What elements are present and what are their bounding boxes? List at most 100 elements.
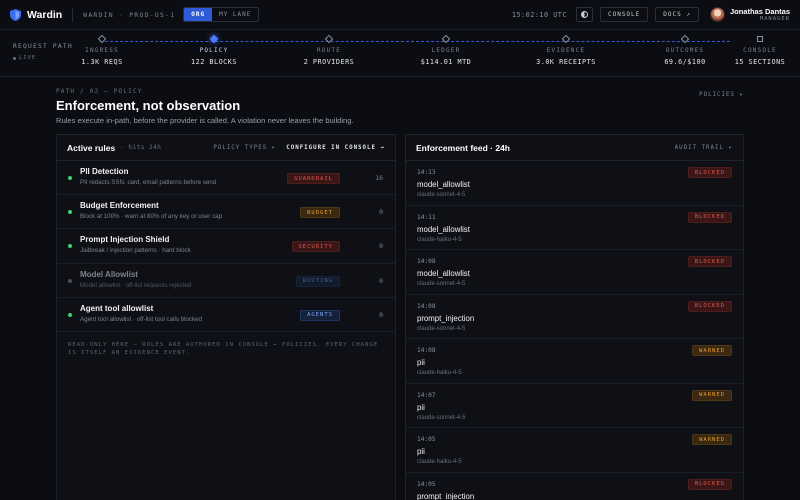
user-name: Jonathas Dantas xyxy=(729,7,790,16)
status-badge: BLOCKED xyxy=(687,167,732,178)
status-badge: BLOCKED xyxy=(687,211,732,223)
panel-header: Enforcement feed · 24h AUDIT TRAIL ▸ xyxy=(406,135,743,161)
status-badge: WARNED xyxy=(692,345,732,356)
feed-event[interactable]: 14:08 prompt_injection claude-sonnet-4-5… xyxy=(406,295,743,339)
event-model: claude-sonnet-4-5 xyxy=(417,192,466,198)
stage-value: 69.6/$100 xyxy=(664,58,706,66)
logo[interactable]: Wardin xyxy=(10,8,63,21)
status-dot-icon xyxy=(68,210,72,215)
event-rule: prompt_injection xyxy=(417,491,475,500)
stage-ledger[interactable]: LEDGER $114.01 MTD xyxy=(406,34,486,66)
event-rule: model_allowlist xyxy=(417,269,470,278)
event-rule: prompt_injection xyxy=(417,313,475,323)
event-model: claude-haiku-4-5 xyxy=(417,459,462,465)
user-menu[interactable]: Jonathas Dantas MANAGER xyxy=(709,7,790,22)
policy-types-link[interactable]: POLICY TYPES ▸ xyxy=(213,145,276,151)
enforcement-feed-panel: Enforcement feed · 24h AUDIT TRAIL ▸ 14:… xyxy=(405,134,744,500)
rule-description: Jailbreak / injection patterns · hard bl… xyxy=(80,247,191,255)
stage-label: LEDGER xyxy=(431,47,461,54)
configure-in-console-link[interactable]: CONFIGURE IN CONSOLE → xyxy=(286,145,385,151)
feed-event[interactable]: 14:13 model_allowlist claude-sonnet-4-5 … xyxy=(406,161,743,206)
event-rule: pii xyxy=(417,358,425,367)
panel-subtitle: · hits 24h xyxy=(120,144,162,151)
scope-tab-my-lane[interactable]: MY LANE xyxy=(212,8,258,21)
stage-label: INGRESS xyxy=(85,47,119,54)
stage-evidence[interactable]: EVIDENCE 3.0K RECEIPTS xyxy=(526,34,606,66)
event-time: 14:11 xyxy=(417,213,436,221)
rule-row[interactable]: Model Allowlist Model allowlist · off-li… xyxy=(57,264,395,298)
breadcrumb: PATH / 02 — POLICY xyxy=(56,88,143,95)
stage-label: OUTCOMES xyxy=(665,47,705,54)
stage-ingress[interactable]: INGRESS 1.3K REQS xyxy=(62,34,142,66)
rule-type-badge: BUDGET xyxy=(300,207,340,219)
stage-outcomes[interactable]: OUTCOMES 69.6/$100 xyxy=(645,34,725,66)
feed-event[interactable]: 14:08 model_allowlist claude-sonnet-4-5 … xyxy=(406,250,743,295)
event-rule: pii xyxy=(417,402,425,412)
rule-name: Model Allowlist xyxy=(80,269,138,279)
rule-name: Budget Enforcement xyxy=(80,201,159,211)
divider xyxy=(72,7,74,22)
feed-event[interactable]: 14:08 pii claude-haiku-4-5 WARNED xyxy=(406,339,743,384)
panel-title: Enforcement feed · 24h xyxy=(416,142,510,153)
rule-type-badge: GUARDRAIL xyxy=(287,173,340,184)
rule-name: Agent tool allowlist xyxy=(80,303,154,313)
rule-type-badge: SECURITY xyxy=(291,241,340,253)
stage-route[interactable]: ROUTE 2 PROVIDERS xyxy=(289,34,369,66)
policies-link[interactable]: POLICIES ▸ xyxy=(699,92,744,98)
event-rule: pii xyxy=(417,447,425,456)
contrast-icon xyxy=(580,11,588,18)
live-dot-icon xyxy=(13,56,16,60)
stage-label: ROUTE xyxy=(316,47,342,54)
stage-value: 2 PROVIDERS xyxy=(303,58,355,66)
rule-description: Model allowlist · off-list requests reje… xyxy=(80,281,192,289)
event-model: claude-haiku-4-5 xyxy=(417,236,462,243)
stage-value: 3.0K RECEIPTS xyxy=(536,58,596,66)
stage-value: 15 SECTIONS xyxy=(734,58,786,66)
status-badge: BLOCKED xyxy=(687,300,732,312)
page-subtitle: Rules execute in-path, before the provid… xyxy=(56,116,354,125)
rule-row[interactable]: Budget Enforcement Block at 100% · warn … xyxy=(57,195,395,230)
diamond-icon xyxy=(97,34,107,44)
docs-button[interactable]: DOCS ↗ xyxy=(655,7,699,22)
shield-logo-icon xyxy=(10,8,21,21)
rule-hit-count: 0 xyxy=(379,310,383,319)
request-path: REQUEST PATH LIVE INGRESS 1.3K REQS POLI… xyxy=(0,30,800,77)
rule-hit-count: 0 xyxy=(379,242,383,251)
console-button[interactable]: CONSOLE xyxy=(599,7,649,22)
stage-console[interactable]: CONSOLE 15 SECTIONS xyxy=(720,36,800,66)
stage-policy[interactable]: POLICY 122 BLOCKS xyxy=(174,34,254,66)
status-dot-icon xyxy=(68,312,72,317)
diamond-icon xyxy=(324,34,334,44)
event-time: 14:05 xyxy=(417,436,436,443)
feed-event[interactable]: 14:05 pii claude-haiku-4-5 WARNED xyxy=(406,428,743,473)
rule-hit-count: 0 xyxy=(379,276,383,285)
diamond-icon xyxy=(561,34,571,44)
rule-hit-count: 0 xyxy=(379,208,383,217)
status-dot-icon xyxy=(68,176,72,180)
rule-row[interactable]: Agent tool allowlist Agent tool allowlis… xyxy=(57,298,395,332)
status-dot-icon xyxy=(68,244,72,249)
rule-row[interactable]: PII Detection PII redacts SSN, card, ema… xyxy=(57,161,395,196)
stage-value: 1.3K REQS xyxy=(81,58,123,66)
feed-event[interactable]: 14:05 prompt_injection BLOCKED xyxy=(406,473,743,500)
rule-type-badge: ROUTING xyxy=(295,275,340,287)
status-badge: BLOCKED xyxy=(687,256,732,267)
workspace-label: WARDIN · PROD-US-1 xyxy=(83,10,176,19)
event-model: claude-haiku-4-5 xyxy=(417,370,462,376)
live-indicator: LIVE xyxy=(13,55,36,61)
event-rule: model_allowlist xyxy=(417,224,470,234)
feed-event[interactable]: 14:07 pii claude-sonnet-4-5 WARNED xyxy=(406,384,743,428)
stage-label: CONSOLE xyxy=(743,47,777,54)
stage-label: POLICY xyxy=(199,47,229,54)
stage-value: $114.01 MTD xyxy=(420,58,472,66)
event-time: 14:07 xyxy=(417,391,436,399)
rule-row[interactable]: Prompt Injection Shield Jailbreak / inje… xyxy=(57,229,395,264)
event-model: claude-sonnet-4-5 xyxy=(417,281,466,287)
rule-type-badge: AGENTS xyxy=(300,309,340,321)
audit-trail-link[interactable]: AUDIT TRAIL ▸ xyxy=(675,145,733,151)
scope-tab-org[interactable]: ORG xyxy=(184,8,213,21)
theme-toggle-button[interactable] xyxy=(575,7,593,22)
feed-event[interactable]: 14:11 model_allowlist claude-haiku-4-5 B… xyxy=(406,206,743,250)
app-name: Wardin xyxy=(27,8,63,21)
event-time: 14:08 xyxy=(417,347,436,354)
